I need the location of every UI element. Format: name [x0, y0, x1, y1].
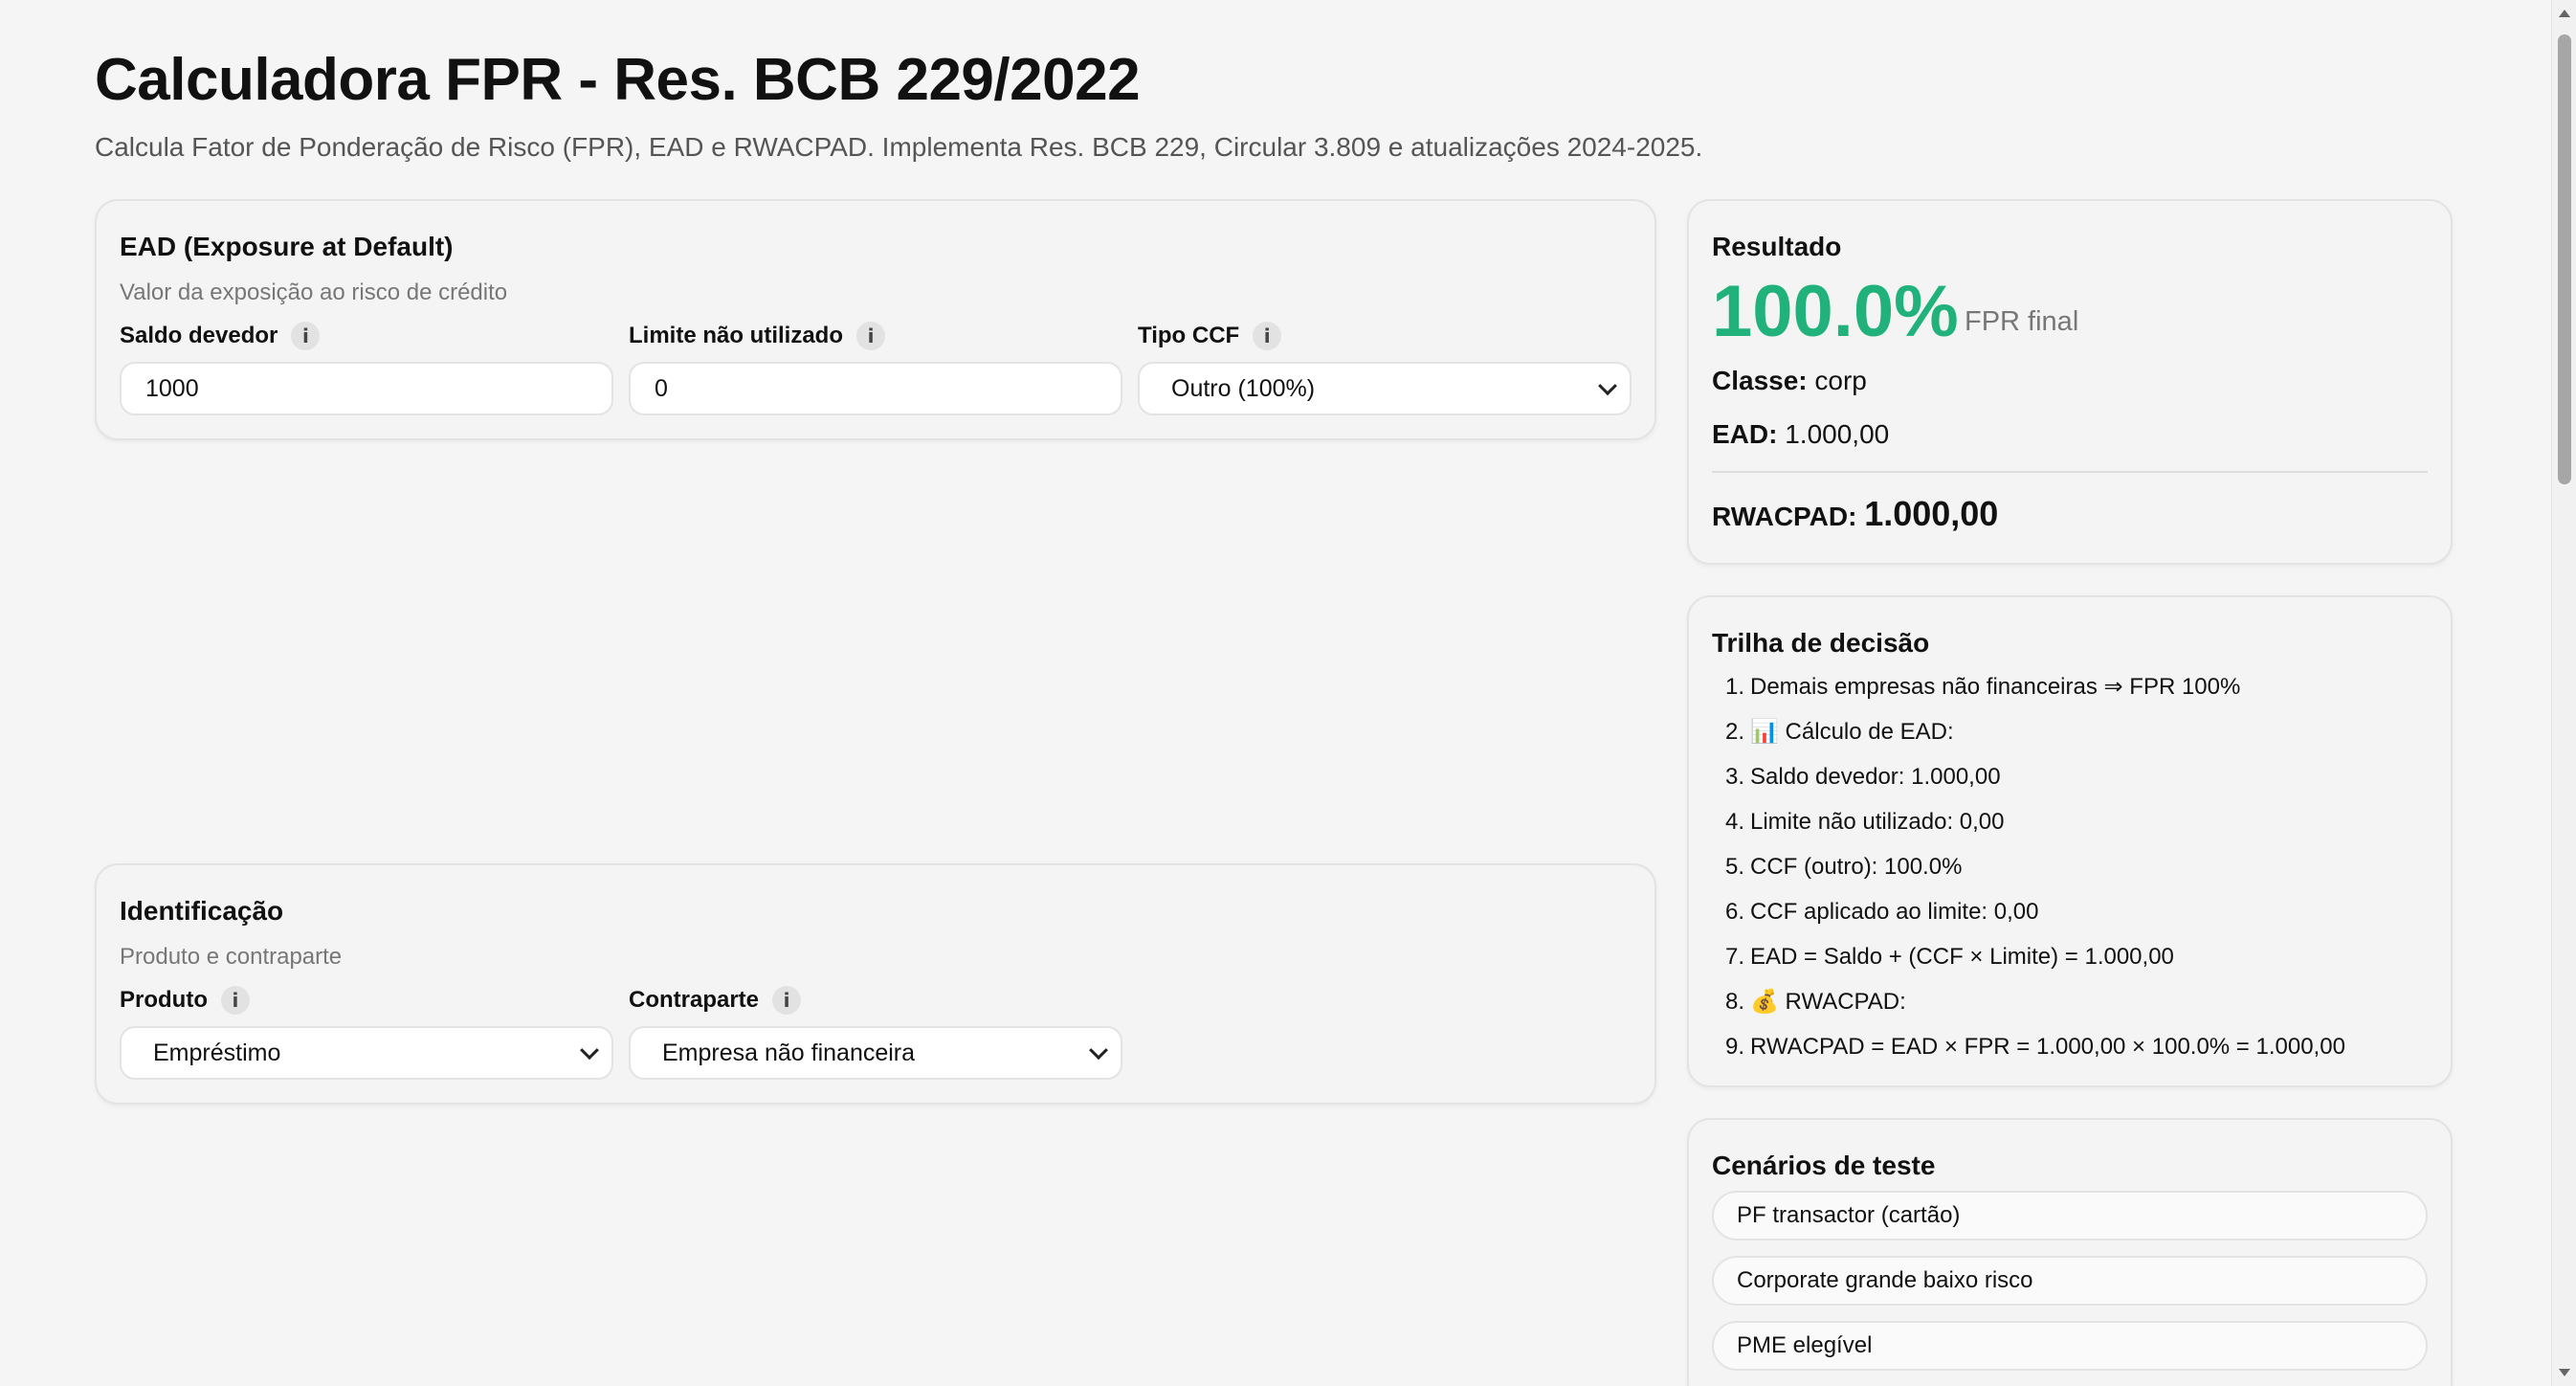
ead-card-description: Valor da exposição ao risco de crédito: [120, 279, 508, 305]
contraparte-label-text: Contraparte: [629, 987, 760, 1013]
saldo-devedor-label-text: Saldo devedor: [120, 323, 278, 348]
tipo-ccf-label: Tipo CCF i: [1138, 322, 1282, 350]
limite-nao-utilizado-value: 0: [655, 374, 668, 402]
classe-value: corp: [1814, 366, 1867, 395]
result-divider: [1712, 471, 2428, 473]
classe-row: Classe: corp: [1712, 366, 1867, 396]
list-item: 8. 💰 RWACPAD:: [1724, 989, 1906, 1015]
rwacpad-row: RWACPAD: 1.000,00: [1712, 494, 1998, 534]
vertical-scrollbar[interactable]: [2551, 0, 2576, 1386]
identificacao-card: Identificação Produto e contraparte Prod…: [95, 863, 1656, 1105]
contraparte-selected-value: Empresa não financeira: [662, 1039, 916, 1066]
info-icon[interactable]: i: [220, 986, 250, 1015]
page-subtitle: Calcula Fator de Ponderação de Risco (FP…: [95, 132, 1703, 162]
ead-value: 1.000,00: [1785, 419, 1890, 449]
list-item: 3. Saldo devedor: 1.000,00: [1724, 764, 2001, 790]
ead-card: EAD (Exposure at Default) Valor da expos…: [95, 199, 1656, 440]
tipo-ccf-selected-value: Outro (100%): [1171, 374, 1316, 402]
classe-label: Classe:: [1712, 366, 1808, 395]
identificacao-card-title: Identificação: [120, 896, 284, 926]
fpr-final-value: 100.0%: [1712, 271, 1959, 352]
produto-label-text: Produto: [120, 987, 208, 1013]
ead-row: EAD: 1.000,00: [1712, 419, 1889, 450]
scroll-up-icon[interactable]: [2559, 10, 2570, 17]
trilha-list: 1. Demais empresas não financeiras ⇒ FPR …: [1712, 664, 2345, 1069]
fpr-final-caption: FPR final: [1965, 306, 2079, 337]
chevron-down-icon: [580, 1040, 599, 1061]
info-icon[interactable]: i: [772, 986, 802, 1015]
contraparte-label: Contraparte i: [629, 986, 802, 1015]
saldo-devedor-label: Saldo devedor i: [120, 322, 321, 350]
limite-nao-utilizado-input[interactable]: 0: [629, 362, 1122, 415]
page-title: Calculadora FPR - Res. BCB 229/2022: [95, 47, 1141, 113]
list-item: 9. RWACPAD = EAD × FPR = 1.000,00 × 100.0…: [1724, 1034, 2345, 1060]
produto-select[interactable]: Empréstimo: [120, 1026, 613, 1080]
list-item: 7. EAD = Saldo + (CCF × Limite) = 1.000,0…: [1724, 944, 2174, 970]
info-icon[interactable]: i: [856, 322, 886, 350]
rwacpad-label: RWACPAD:: [1712, 502, 1857, 531]
produto-label: Produto i: [120, 986, 250, 1015]
identificacao-card-description: Produto e contraparte: [120, 944, 343, 970]
scenario-button-corporate-grande[interactable]: Corporate grande baixo risco: [1712, 1256, 2428, 1306]
cenarios-card: Cenários de teste PF transactor (cartão)…: [1687, 1118, 2453, 1386]
scenario-button-pme-elegivel[interactable]: PME elegível: [1712, 1321, 2428, 1371]
ead-label: EAD:: [1712, 419, 1778, 449]
ead-card-title: EAD (Exposure at Default): [120, 232, 454, 261]
cenarios-card-title: Cenários de teste: [1712, 1151, 1936, 1180]
limite-nao-utilizado-label: Limite não utilizado i: [629, 322, 886, 350]
list-item: 6. CCF aplicado ao limite: 0,00: [1724, 899, 2039, 925]
rwacpad-value: 1.000,00: [1864, 494, 1999, 533]
contraparte-select[interactable]: Empresa não financeira: [629, 1026, 1122, 1080]
scroll-down-icon[interactable]: [2559, 1369, 2570, 1376]
resultado-card-title: Resultado: [1712, 232, 1842, 261]
list-item: 5. CCF (outro): 100.0%: [1724, 854, 1963, 880]
tipo-ccf-label-text: Tipo CCF: [1138, 323, 1240, 348]
scrollbar-thumb[interactable]: [2558, 34, 2571, 484]
chevron-down-icon: [1089, 1040, 1108, 1061]
chevron-down-icon: [1598, 376, 1617, 396]
list-item: 2. 📊 Cálculo de EAD:: [1724, 719, 1954, 745]
trilha-card: Trilha de decisão 1. Demais empresas não …: [1687, 595, 2453, 1087]
limite-nao-utilizado-label-text: Limite não utilizado: [629, 323, 844, 348]
trilha-card-title: Trilha de decisão: [1712, 628, 1930, 658]
scenario-button-pf-transactor[interactable]: PF transactor (cartão): [1712, 1191, 2428, 1241]
produto-selected-value: Empréstimo: [153, 1039, 281, 1066]
list-item: 1. Demais empresas não financeiras ⇒ FPR …: [1724, 674, 2241, 700]
info-icon[interactable]: i: [1253, 322, 1282, 350]
saldo-devedor-input[interactable]: 1000: [120, 362, 613, 415]
info-icon[interactable]: i: [291, 322, 321, 350]
saldo-devedor-value: 1000: [145, 374, 199, 402]
tipo-ccf-select[interactable]: Outro (100%): [1138, 362, 1632, 415]
resultado-card: Resultado 100.0% FPR final Classe: corp …: [1687, 199, 2453, 565]
list-item: 4. Limite não utilizado: 0,00: [1724, 809, 2005, 835]
